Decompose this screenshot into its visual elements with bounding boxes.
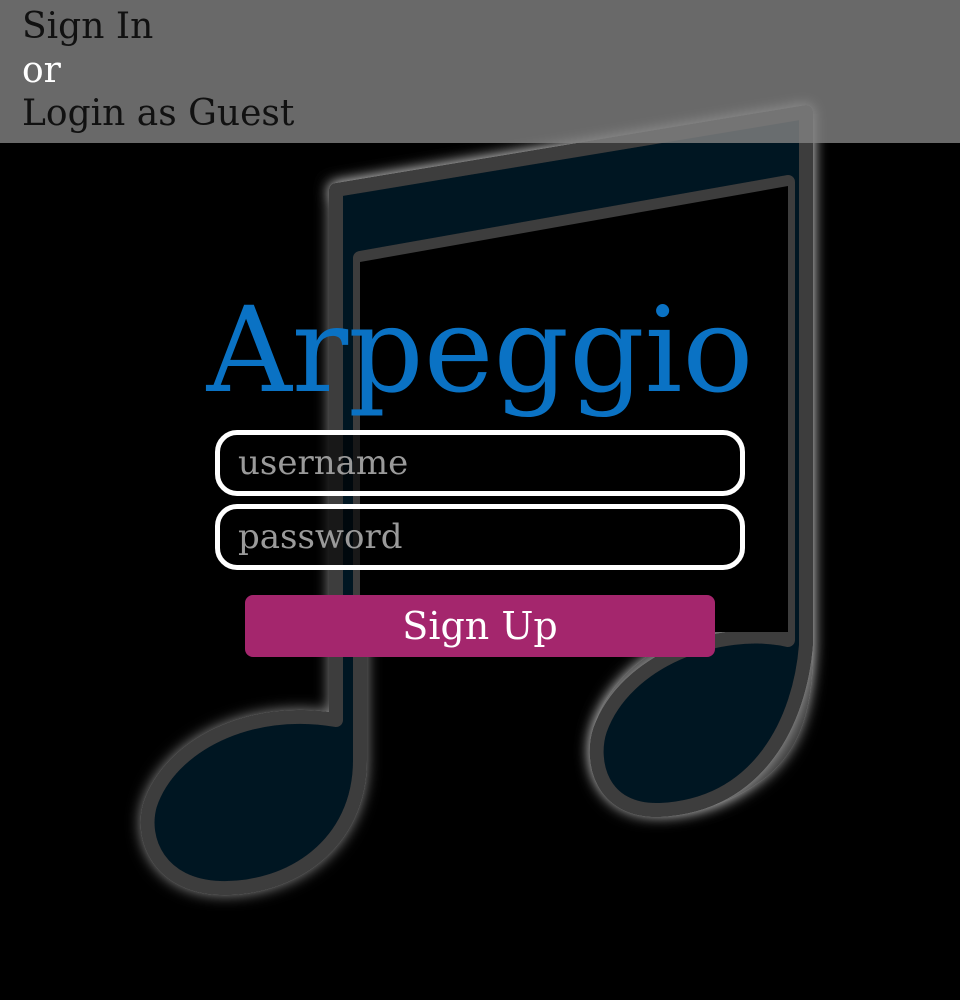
music-note-icon <box>140 105 813 896</box>
top-nav-bar: Sign In or Login as Guest <box>0 0 960 143</box>
login-as-guest-link[interactable]: Login as Guest <box>22 92 294 136</box>
sign-in-link[interactable]: Sign In <box>22 5 153 49</box>
app-title: Arpeggio <box>206 281 754 419</box>
signup-page: Sign In or Login as Guest Arpeggio Sign … <box>0 0 960 1000</box>
password-input[interactable] <box>215 504 745 570</box>
sign-up-button[interactable]: Sign Up <box>245 595 715 657</box>
or-separator: or <box>22 50 61 91</box>
username-input[interactable] <box>215 430 745 496</box>
